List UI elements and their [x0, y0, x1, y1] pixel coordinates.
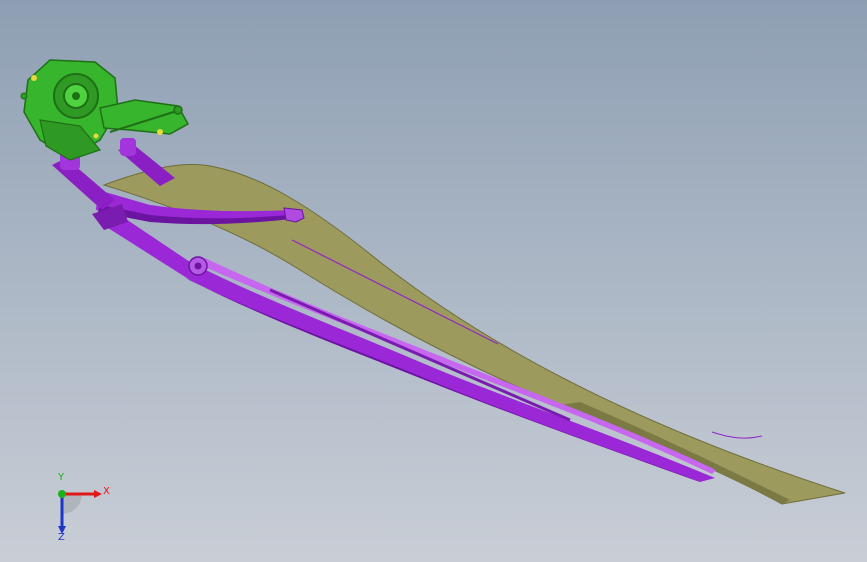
- z-axis-label: Z: [58, 532, 65, 543]
- link-pivot-post-right: [120, 138, 136, 156]
- lower-arm-highlight: [200, 258, 716, 474]
- motor-gearbox-assembly[interactable]: [20, 59, 190, 161]
- y-axis-label: Y: [58, 472, 65, 483]
- y-axis-dot: [58, 490, 66, 498]
- reference-triad: X Y Z: [44, 472, 114, 546]
- triad-quadrant: [62, 494, 82, 514]
- mount-bolt-2: [157, 129, 163, 135]
- gearbox-bracket: [99, 99, 190, 135]
- mount-bolt-1: [31, 75, 37, 81]
- mount-bolt-5: [20, 92, 28, 100]
- mount-bolt-4: [173, 105, 183, 115]
- blade-tip-wire: [711, 431, 763, 439]
- graphics-viewport[interactable]: X Y Z: [0, 0, 867, 562]
- mount-bolt-3: [93, 133, 99, 139]
- wiper-assembly-model[interactable]: [0, 0, 867, 562]
- motor-shaft: [72, 92, 80, 100]
- blade-clip[interactable]: [283, 207, 305, 223]
- arm-pivot-pin: [194, 262, 202, 270]
- x-axis-arrowhead: [94, 490, 102, 498]
- x-axis-label: X: [103, 486, 110, 497]
